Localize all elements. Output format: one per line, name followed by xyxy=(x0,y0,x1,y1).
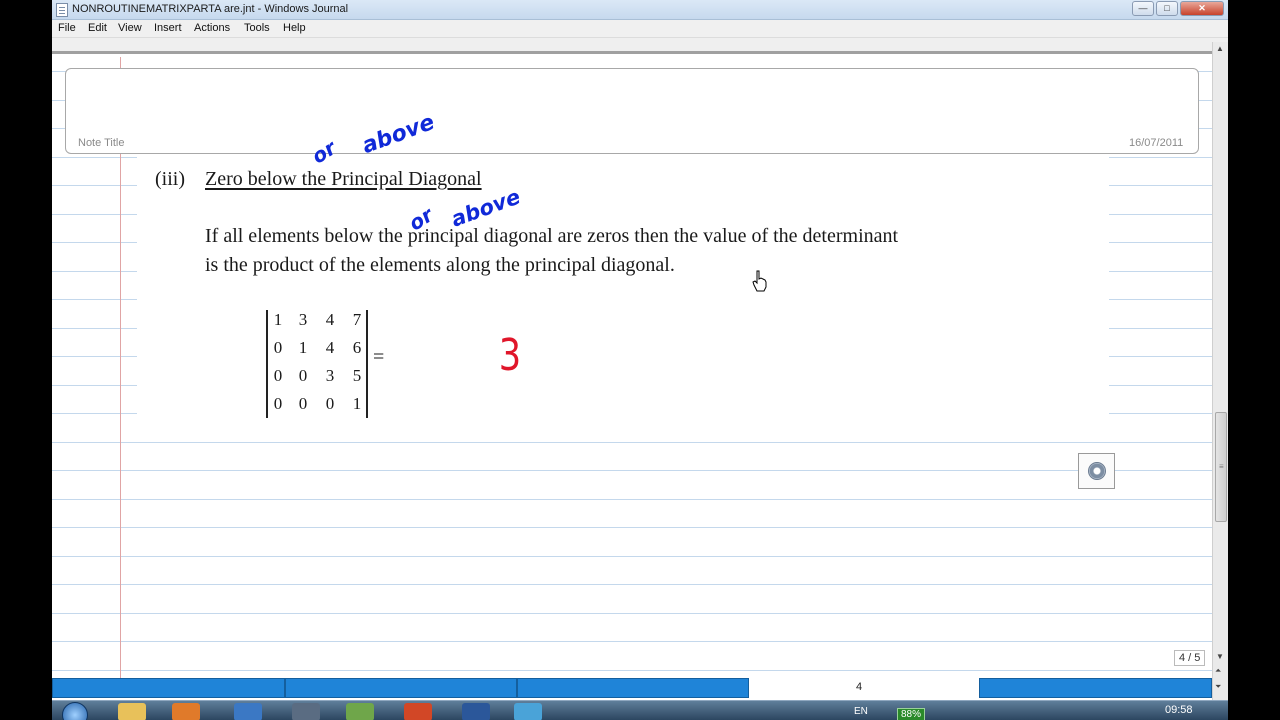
matrix-cell: 0 xyxy=(273,338,283,357)
start-orb-icon[interactable] xyxy=(62,702,88,720)
previous-page-icon[interactable]: ⏶ xyxy=(1215,666,1221,676)
window-title: NONROUTINEMATRIXPARTA are.jnt - Windows … xyxy=(72,3,349,15)
app-taskbar-icon[interactable] xyxy=(346,703,374,720)
menu-tools[interactable]: Tools xyxy=(244,22,270,34)
note-title-area[interactable] xyxy=(65,68,1199,154)
matrix-cell: 5 xyxy=(352,366,362,385)
close-button[interactable]: ✕ xyxy=(1180,1,1224,16)
toolbar-strip xyxy=(52,38,1228,54)
ruled-line xyxy=(52,442,1212,443)
section-title: Zero below the Principal Diagonal xyxy=(205,168,482,190)
body-line-2: is the product of the elements along the… xyxy=(205,254,675,276)
ruled-line xyxy=(52,470,1212,471)
matrix-cell: 0 xyxy=(273,394,283,413)
note-date: 16/07/2011 xyxy=(1127,137,1186,149)
menu-edit[interactable]: Edit xyxy=(88,22,107,34)
journal-taskbar-icon[interactable] xyxy=(292,703,320,720)
journal-window: NONROUTINEMATRIXPARTA are.jnt - Windows … xyxy=(52,0,1228,700)
page-tab[interactable] xyxy=(979,678,1212,698)
ruled-line xyxy=(52,556,1212,557)
explorer-taskbar-icon[interactable] xyxy=(118,703,146,720)
clock[interactable]: 09:58 xyxy=(1165,704,1193,716)
language-indicator[interactable]: EN xyxy=(854,706,868,717)
ruled-line xyxy=(52,641,1212,642)
menu-insert[interactable]: Insert xyxy=(154,22,182,34)
eraser-button[interactable] xyxy=(1078,453,1115,489)
ruled-line xyxy=(52,584,1212,585)
page-tab[interactable] xyxy=(285,678,517,698)
app-taskbar-icon[interactable] xyxy=(514,703,542,720)
ink-answer: 3 xyxy=(498,330,522,381)
determinant-matrix: 1 3 4 7 0 1 4 6 0 0 3 5 0 0 0 1 xyxy=(266,310,368,418)
page-tab[interactable] xyxy=(52,678,285,698)
next-page-icon[interactable]: ⏷ xyxy=(1215,682,1221,692)
page-indicator: 4 / 5 xyxy=(1174,650,1206,666)
matrix-cell: 0 xyxy=(273,366,283,385)
media-taskbar-icon[interactable] xyxy=(172,703,200,720)
vertical-scrollbar[interactable]: ▲ ≡ ▼ ⏶ ⏷ xyxy=(1212,42,1228,700)
ruled-line xyxy=(52,499,1212,500)
matrix-cell: 1 xyxy=(298,338,308,357)
scroll-down-icon[interactable]: ▼ xyxy=(1216,652,1224,661)
note-title-label: Note Title xyxy=(76,137,127,149)
scrollbar-grip-icon: ≡ xyxy=(1219,462,1224,471)
page-tab[interactable] xyxy=(517,678,749,698)
taskbar: EN 88% 09:58 xyxy=(52,700,1228,720)
menu-view[interactable]: View xyxy=(118,22,142,34)
matrix-cell: 6 xyxy=(352,338,362,357)
ruled-line xyxy=(52,613,1212,614)
ruled-line xyxy=(52,527,1212,528)
menu-bar: File Edit View Insert Actions Tools Help xyxy=(52,20,1228,38)
note-page[interactable]: Note Title 16/07/2011 (iii) Zero below t… xyxy=(52,57,1212,678)
maximize-button[interactable]: □ xyxy=(1156,1,1178,16)
battery-indicator[interactable]: 88% xyxy=(897,708,926,720)
section-number: (iii) xyxy=(155,168,185,190)
page-bar: 4 xyxy=(52,678,1212,698)
matrix-cell: 0 xyxy=(325,394,335,413)
powerpoint-taskbar-icon[interactable] xyxy=(404,703,432,720)
minimize-button[interactable]: — xyxy=(1132,1,1154,16)
scrollbar-thumb[interactable]: ≡ xyxy=(1215,412,1227,522)
menu-actions[interactable]: Actions xyxy=(194,22,230,34)
scroll-up-icon[interactable]: ▲ xyxy=(1216,44,1224,53)
matrix-cell: 0 xyxy=(298,394,308,413)
matrix-cell: 3 xyxy=(298,310,308,329)
equals-sign: = xyxy=(373,346,385,368)
current-page-label: 4 xyxy=(856,681,863,693)
browser-taskbar-icon[interactable] xyxy=(234,703,262,720)
matrix-cell: 4 xyxy=(325,338,335,357)
body-line-1: If all elements below the principal diag… xyxy=(205,225,899,247)
menu-help[interactable]: Help xyxy=(283,22,306,34)
matrix-cell: 4 xyxy=(325,310,335,329)
word-taskbar-icon[interactable] xyxy=(462,703,490,720)
ruled-line xyxy=(52,670,1212,671)
journal-app-icon xyxy=(56,3,68,17)
matrix-cell: 0 xyxy=(298,366,308,385)
matrix-cell: 1 xyxy=(273,310,283,329)
hand-cursor-icon xyxy=(752,270,767,292)
eraser-icon xyxy=(1088,462,1106,480)
matrix-cell: 3 xyxy=(325,366,335,385)
title-bar[interactable]: NONROUTINEMATRIXPARTA are.jnt - Windows … xyxy=(52,0,1228,20)
matrix-cell: 1 xyxy=(352,394,362,413)
menu-file[interactable]: File xyxy=(58,22,76,34)
matrix-cell: 7 xyxy=(352,310,362,329)
